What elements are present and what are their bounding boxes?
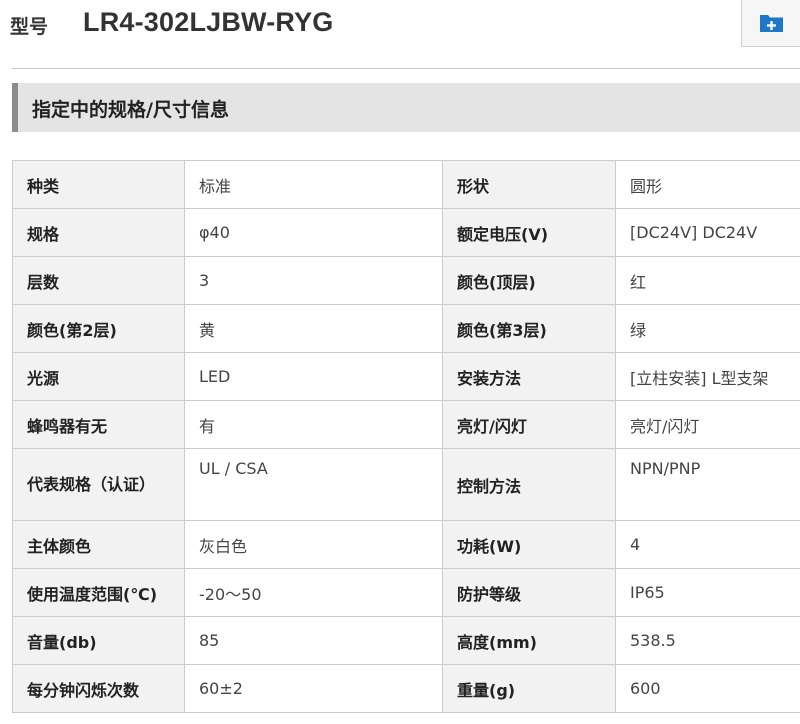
spec-value: [立柱安装] L型支架 [615,352,800,401]
section-header: 指定中的规格/尺寸信息 [12,83,800,132]
spec-label: 光源 [12,352,185,401]
spec-value: 亮灯/闪灯 [615,400,800,449]
spec-label: 颜色(顶层) [442,256,616,305]
spec-label: 使用温度范围(℃) [12,568,185,617]
spec-label: 颜色(第3层) [442,304,616,353]
spec-label: 控制方法 [442,448,616,521]
spec-value: [DC24V] DC24V [615,208,800,257]
spec-label: 形状 [442,160,616,209]
spec-value: φ40 [184,208,443,257]
product-header: 型号 LR4-302LJBW-RYG [0,0,800,52]
spec-label: 高度(mm) [442,616,616,665]
spec-label: 层数 [12,256,185,305]
spec-value: 有 [184,400,443,449]
spec-value: 黄 [184,304,443,353]
table-row: 颜色(第2层) 黄 颜色(第3层) 绿 [12,304,800,353]
spec-value: 60±2 [184,664,443,713]
spec-value: LED [184,352,443,401]
spec-label: 蜂鸣器有无 [12,400,185,449]
spec-value: 标准 [184,160,443,209]
spec-label: 颜色(第2层) [12,304,185,353]
spec-table: 种类 标准 形状 圆形 规格 φ40 额定电压(V) [DC24V] DC24V… [12,160,800,713]
header-divider [12,68,800,69]
spec-table-body: 种类 标准 形状 圆形 规格 φ40 额定电压(V) [DC24V] DC24V… [12,160,800,713]
spec-value: 红 [615,256,800,305]
folder-plus-icon [760,15,783,32]
spec-value: 538.5 [615,616,800,665]
spec-value: UL / CSA [184,448,443,521]
spec-label: 安装方法 [442,352,616,401]
spec-value: IP65 [615,568,800,617]
spec-value: 85 [184,616,443,665]
spec-value: 3 [184,256,443,305]
table-row: 光源 LED 安装方法 [立柱安装] L型支架 [12,352,800,401]
spec-value: 灰白色 [184,520,443,569]
spec-label: 功耗(W) [442,520,616,569]
spec-label: 代表规格（认证） [12,448,185,521]
spec-label: 种类 [12,160,185,209]
spec-value: -20～50 [184,568,443,617]
spec-label: 重量(g) [442,664,616,713]
table-row: 代表规格（认证） UL / CSA 控制方法 NPN/PNP [12,448,800,521]
model-name: LR4-302LJBW-RYG [83,7,334,37]
table-row: 主体颜色 灰白色 功耗(W) 4 [12,520,800,569]
model-label: 型号 [10,16,49,38]
spec-label: 额定电压(V) [442,208,616,257]
spec-label: 每分钟闪烁次数 [12,664,185,713]
table-row: 种类 标准 形状 圆形 [12,160,800,209]
section-title: 指定中的规格/尺寸信息 [32,99,229,121]
spec-value: 600 [615,664,800,713]
table-row: 音量(db) 85 高度(mm) 538.5 [12,616,800,665]
spec-value: NPN/PNP [615,448,800,521]
spec-value: 4 [615,520,800,569]
table-row: 蜂鸣器有无 有 亮灯/闪灯 亮灯/闪灯 [12,400,800,449]
table-row: 每分钟闪烁次数 60±2 重量(g) 600 [12,664,800,713]
spec-label: 主体颜色 [12,520,185,569]
add-to-folder-button[interactable] [741,0,800,47]
spec-value: 绿 [615,304,800,353]
table-row: 规格 φ40 额定电压(V) [DC24V] DC24V [12,208,800,257]
spec-label: 防护等级 [442,568,616,617]
table-row: 使用温度范围(℃) -20～50 防护等级 IP65 [12,568,800,617]
spec-label: 亮灯/闪灯 [442,400,616,449]
spec-label: 规格 [12,208,185,257]
table-row: 层数 3 颜色(顶层) 红 [12,256,800,305]
spec-label: 音量(db) [12,616,185,665]
spec-value: 圆形 [615,160,800,209]
